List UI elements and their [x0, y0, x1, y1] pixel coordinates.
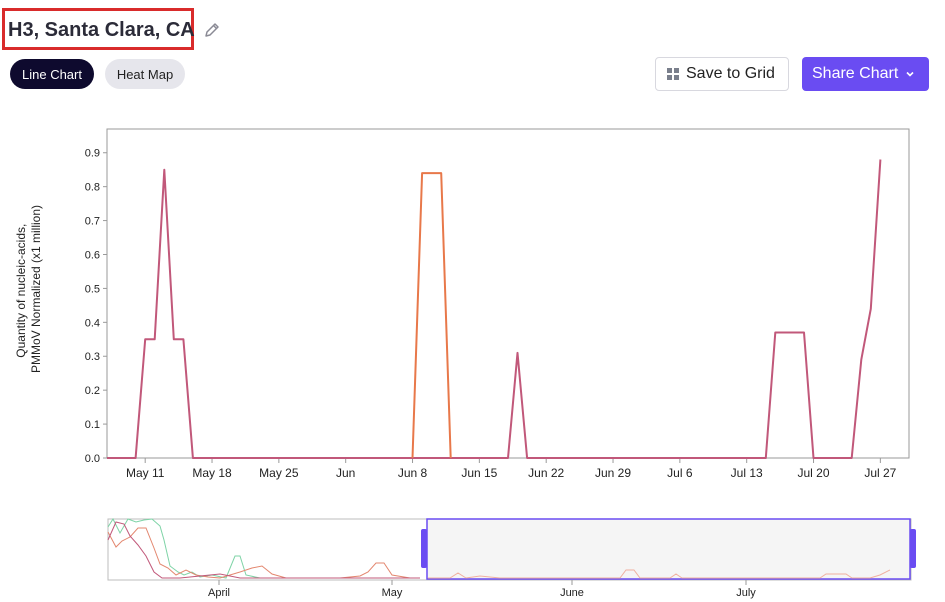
y-tick-label: 0.3	[85, 351, 100, 363]
x-tick-label: Jul 20	[798, 466, 830, 480]
y-tick-label: 0.9	[85, 148, 100, 160]
x-tick-label: Jul 6	[667, 466, 693, 480]
x-tick-label: May 25	[259, 466, 299, 480]
x-tick-label: Jun 8	[398, 466, 428, 480]
y-tick-label: 0.4	[85, 317, 100, 329]
x-tick-label: May 18	[192, 466, 232, 480]
x-tick-label: Jun	[336, 466, 355, 480]
navigator-label: April	[208, 587, 230, 599]
y-tick-label: 0.2	[85, 385, 100, 397]
series-line-1	[107, 159, 882, 459]
line-chart: 0.00.10.20.30.40.50.60.70.80.9 May 11 May…	[14, 128, 916, 599]
navigator-label: June	[560, 587, 584, 599]
x-tick-label: Jun 22	[528, 466, 564, 480]
navigator-selection[interactable]	[426, 518, 911, 580]
y-tick-label: 0.1	[85, 419, 100, 431]
y-tick-label: 0.7	[85, 216, 100, 228]
navigator-label: July	[736, 587, 756, 599]
y-axis: 0.0 0.1 0.2 0.3 0.4 0.5 0.6 0.7 0.8 0.9	[85, 148, 107, 465]
navigator-handle-right[interactable]	[910, 529, 916, 568]
x-tick-label: Jul 13	[731, 466, 763, 480]
x-tick-label: Jul 27	[864, 466, 896, 480]
navigator-axis: April May June July	[208, 580, 756, 599]
x-tick-label: Jun 29	[595, 466, 631, 480]
x-axis: May 11 May 18 May 25 Jun Jun 8 Jun 15 Jun 22 Ju…	[126, 458, 897, 480]
navigator-handle-left[interactable]	[421, 529, 427, 568]
x-tick-label: May 11	[126, 466, 165, 480]
x-tick-label: Jun 15	[461, 466, 497, 480]
chart-series	[107, 159, 882, 459]
plot-area-border	[106, 128, 910, 459]
y-tick-label: 0.5	[85, 283, 100, 295]
y-axis-label: Quantity of nucleic-acids, PMMoV Normali…	[14, 205, 43, 373]
navigator-label: May	[382, 587, 403, 599]
range-navigator[interactable]: April May June July	[107, 517, 916, 599]
y-tick-label: 0.6	[85, 249, 100, 261]
y-tick-label: 0.0	[85, 453, 100, 465]
y-tick-label: 0.8	[85, 182, 100, 194]
series-line-2	[411, 172, 452, 459]
